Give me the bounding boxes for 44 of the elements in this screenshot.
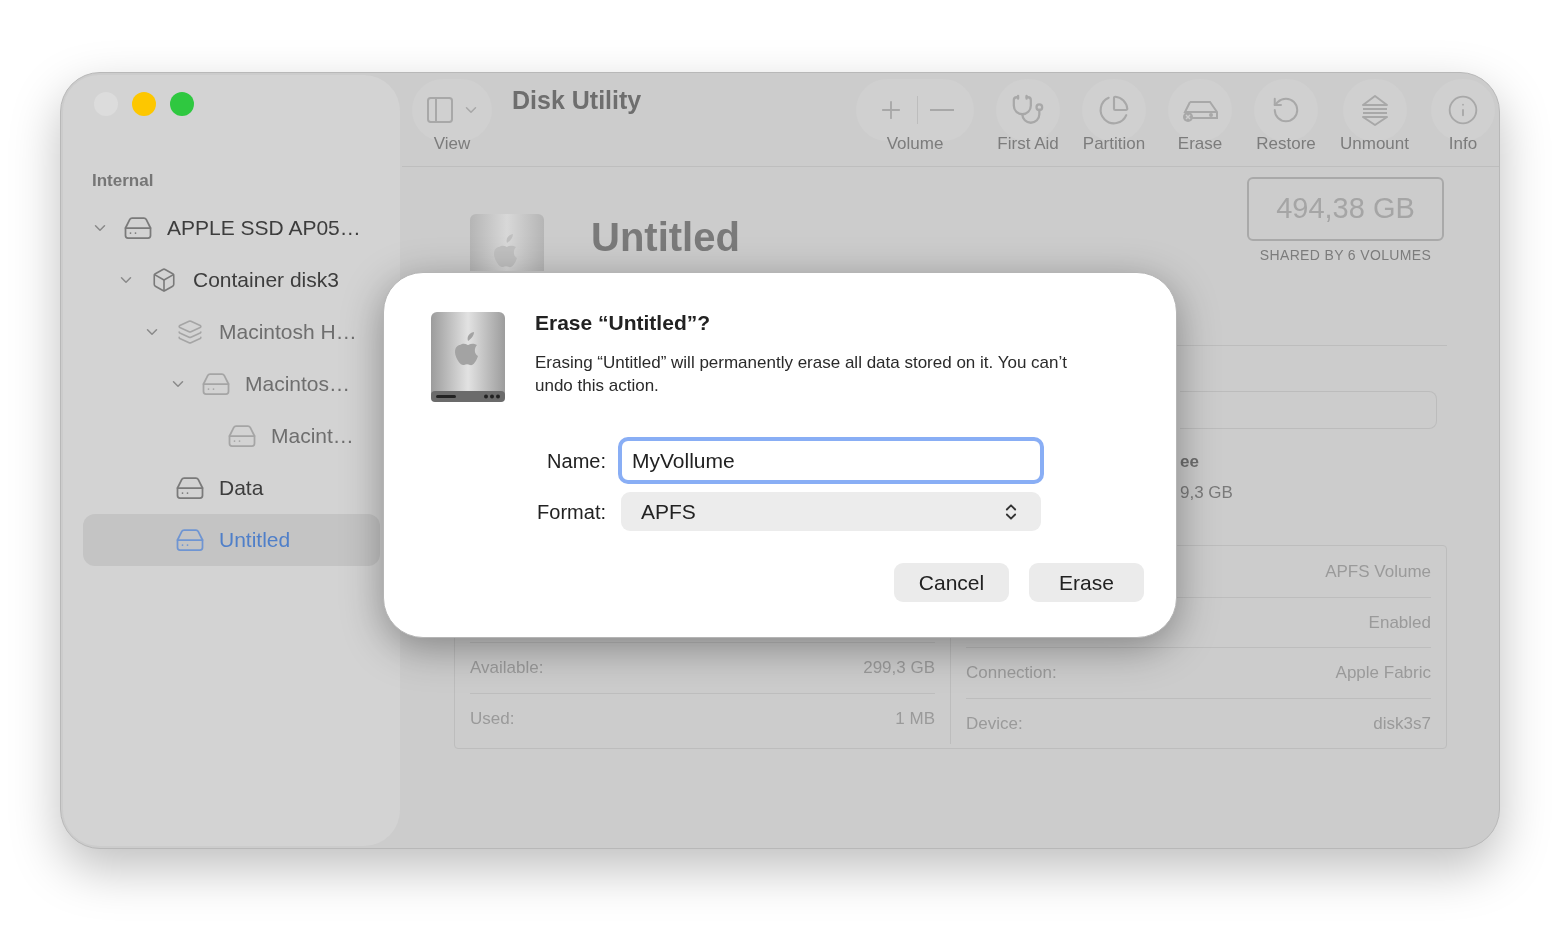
sidebar-item-label: APPLE SSD AP05… — [167, 214, 361, 241]
sidebar-item-label: Container disk3 — [193, 266, 339, 293]
sidebar-item[interactable]: Container disk3 — [83, 253, 380, 306]
sidebar-section-title: Internal — [92, 170, 155, 192]
legend-value: 9,3 GB — [1180, 484, 1234, 501]
toolbar-label: View — [433, 135, 471, 152]
toolbar-label: Partition — [1082, 135, 1146, 152]
sidebar-item[interactable]: APPLE SSD AP05… — [83, 201, 380, 254]
sidebar-item-label: Untitled — [219, 526, 291, 553]
erase-button[interactable]: Erase — [1029, 563, 1144, 602]
sidebar-item[interactable]: Data — [83, 461, 380, 514]
toolbar-label: Restore — [1256, 135, 1316, 152]
dialog-title: Erase “Untitled”? — [535, 310, 712, 336]
dialog-message: Erasing “Untitled” will permanently erase all data stored on it. You can’t undo this action. — [535, 351, 1068, 397]
sidebar-item-label: Macintos… — [245, 370, 351, 397]
minimize-button[interactable] — [132, 92, 156, 116]
toolbar-label: First Aid — [997, 135, 1059, 152]
toolbar-label: Unmount — [1340, 135, 1409, 152]
cancel-button[interactable]: Cancel — [894, 563, 1009, 602]
cube-icon — [151, 266, 177, 293]
legend-label: ee — [1180, 453, 1200, 470]
restore-icon — [1271, 95, 1301, 125]
toolbar-label: Erase — [1177, 135, 1223, 152]
info-icon — [1447, 94, 1479, 126]
toolbar-label: Info — [1448, 135, 1478, 152]
sidebar-item-label: Data — [219, 474, 264, 501]
sidebar-icon — [424, 94, 456, 126]
stethoscope-icon — [1011, 93, 1045, 127]
layers-icon — [177, 318, 203, 345]
toolbar-label: Volume — [886, 135, 944, 152]
sidebar-item-label: Macintosh H… — [219, 318, 357, 345]
dialog-drive-icon — [430, 311, 506, 403]
format-select[interactable]: APFS — [621, 492, 1041, 531]
name-label: Name: — [546, 448, 606, 474]
volume-name: Untitled — [591, 214, 740, 261]
minus-icon — [929, 109, 954, 111]
window-title: Disk Utility — [512, 85, 642, 116]
name-field[interactable]: MyVollume — [618, 437, 1044, 484]
format-label: Format: — [536, 499, 606, 525]
capacity-caption: SHARED BY 6 VOLUMES — [1259, 246, 1432, 265]
unmount-icon — [1359, 94, 1390, 126]
zoom-button[interactable] — [170, 92, 194, 116]
pie-chart-icon — [1098, 94, 1130, 126]
sidebar-item-label: Macint… — [271, 422, 354, 449]
